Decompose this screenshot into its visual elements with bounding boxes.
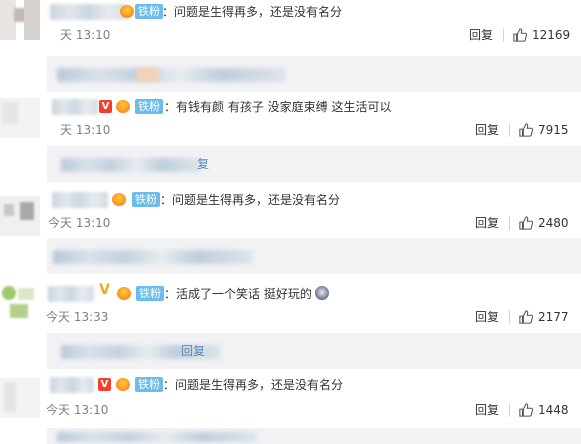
- like-count: 7915: [538, 123, 569, 137]
- comment-item: 铁粉 ：问题是生得再多，还是没有名分 今天 13:10 回复 2480: [0, 190, 581, 274]
- like-count: 2177: [538, 310, 569, 324]
- comment-item: V 铁粉 ：有钱有颜 有孩子 没家庭束缚 这生活可以 天 13:10 回复 79…: [0, 98, 581, 188]
- verified-v-icon: V: [99, 282, 110, 298]
- comment-text: ：问题是生得再多，还是没有名分: [160, 193, 341, 207]
- thumbs-up-icon: [519, 216, 534, 230]
- comment-text-body: ：活成了一个笑话 挺好玩的: [164, 287, 312, 301]
- fan-badge: 铁粉: [136, 286, 164, 301]
- comment-time: 今天 13:33: [46, 310, 109, 324]
- sub-reply-blurred-text: [57, 432, 257, 442]
- comment-time: 今天 13:10: [46, 403, 109, 417]
- sub-reply-blurred-text: [53, 250, 253, 264]
- divider: [503, 28, 504, 42]
- sub-reply-box[interactable]: [47, 238, 581, 274]
- fan-level-icon: [116, 100, 130, 113]
- fan-badge: 铁粉: [135, 4, 163, 19]
- thumbs-up-icon: [519, 123, 534, 137]
- fan-level-icon: [112, 193, 126, 206]
- sub-reply-box[interactable]: 回复: [47, 333, 581, 369]
- comment-time: 天 13:10: [60, 123, 111, 137]
- reply-button[interactable]: 回复: [469, 27, 493, 43]
- comment-time: 天 13:10: [60, 28, 111, 42]
- like-button[interactable]: 12169: [513, 27, 570, 43]
- comment-item: V 铁粉 ：活成了一个笑话 挺好玩的 今天 13:33 回复 2177 回复: [0, 282, 581, 374]
- sub-reply-blurred-text: [57, 68, 285, 82]
- comment-text: ：有钱有颜 有孩子 没家庭束缚 这生活可以: [164, 100, 392, 114]
- thumbs-up-icon: [519, 310, 534, 324]
- like-count: 2480: [538, 216, 569, 230]
- avatar[interactable]: [0, 284, 40, 324]
- divider: [509, 216, 510, 230]
- username[interactable]: [50, 4, 128, 20]
- reply-button[interactable]: 回复: [475, 215, 499, 231]
- sub-reply-box[interactable]: [47, 56, 581, 92]
- username[interactable]: [48, 286, 94, 302]
- emoji-face-icon: [314, 286, 329, 300]
- sub-reply-box[interactable]: [47, 428, 581, 444]
- divider: [509, 310, 510, 324]
- fan-level-icon: [120, 5, 134, 18]
- fan-badge: 铁粉: [132, 192, 160, 207]
- comment-item: V 铁粉 ：问题是生得再多，还是没有名分 今天 13:10 回复 1448: [0, 374, 581, 444]
- reply-button[interactable]: 回复: [475, 309, 499, 325]
- fan-badge: 铁粉: [135, 99, 163, 114]
- divider: [509, 123, 510, 137]
- avatar[interactable]: [0, 378, 40, 418]
- username[interactable]: [52, 192, 108, 208]
- avatar[interactable]: [0, 98, 40, 138]
- like-button[interactable]: 2177: [519, 309, 569, 325]
- verified-v-icon: V: [99, 100, 112, 113]
- comment-text: ：问题是生得再多，还是没有名分: [163, 378, 344, 392]
- like-button[interactable]: 2480: [519, 215, 569, 231]
- avatar[interactable]: [0, 196, 40, 236]
- avatar[interactable]: [0, 0, 40, 40]
- username[interactable]: [50, 377, 94, 393]
- fan-level-icon: [117, 287, 131, 300]
- like-button[interactable]: 1448: [519, 402, 569, 418]
- divider: [509, 403, 510, 417]
- thumbs-up-icon: [513, 28, 528, 42]
- sub-reply-label[interactable]: 回复: [181, 343, 205, 359]
- reply-button[interactable]: 回复: [475, 402, 499, 418]
- comment-item: 铁粉 ：问题是生得再多，还是没有名分 天 13:10 回复 12169: [0, 0, 581, 100]
- sub-reply-blurred-text: [61, 158, 201, 172]
- reply-button[interactable]: 回复: [475, 122, 499, 138]
- like-count: 12169: [532, 28, 571, 42]
- like-button[interactable]: 7915: [519, 122, 569, 138]
- sub-reply-box[interactable]: 复: [47, 146, 581, 182]
- comment-text: ：活成了一个笑话 挺好玩的: [164, 286, 329, 302]
- comment-time: 今天 13:10: [48, 216, 111, 230]
- sub-reply-label[interactable]: 复: [197, 156, 209, 172]
- username[interactable]: [52, 99, 98, 115]
- fan-badge: 铁粉: [135, 377, 163, 392]
- verified-v-icon: V: [98, 378, 111, 391]
- like-count: 1448: [538, 403, 569, 417]
- comment-text: ：问题是生得再多，还是没有名分: [162, 5, 343, 19]
- thumbs-up-icon: [519, 403, 534, 417]
- fan-level-icon: [116, 378, 130, 391]
